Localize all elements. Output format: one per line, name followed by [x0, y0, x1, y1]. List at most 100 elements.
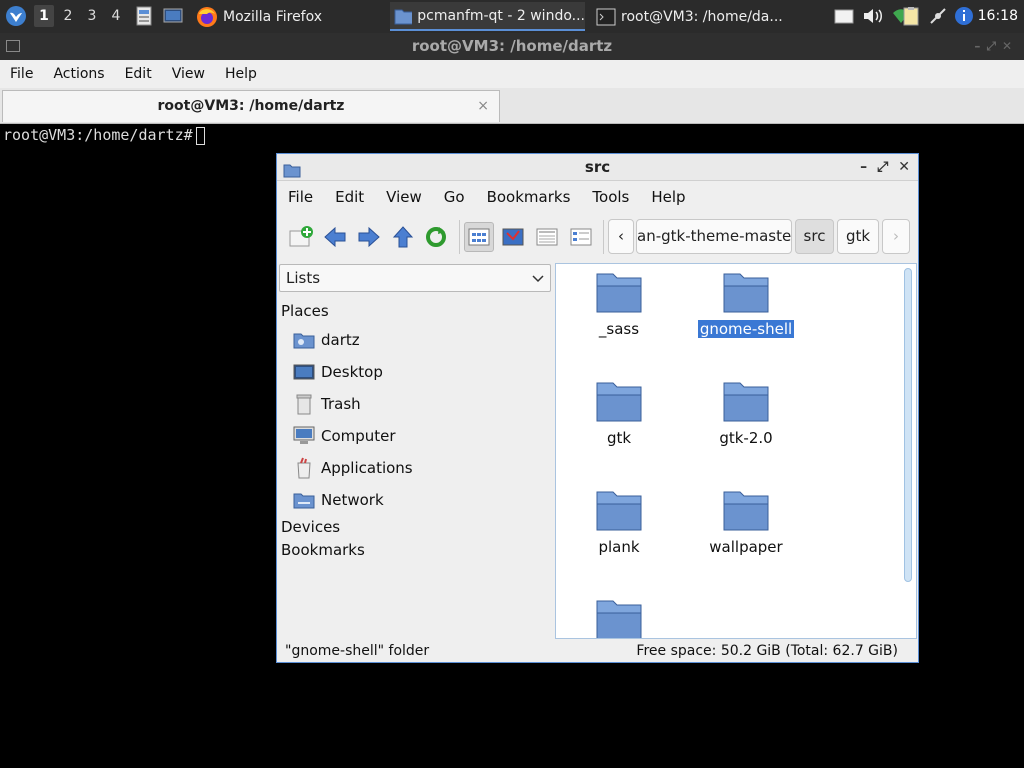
devices-heading[interactable]: Devices [281, 518, 340, 536]
task-pcmanfm[interactable]: pcmanfm-qt - 2 windo... [390, 2, 585, 31]
home-folder-icon [293, 329, 315, 351]
terminal-prompt: root@VM3:/home/dartz# [3, 125, 205, 145]
sidebar-item-applications[interactable]: Applications [293, 456, 413, 480]
fm-menu-tools[interactable]: Tools [581, 188, 640, 206]
fm-menubar: File Edit View Go Bookmarks Tools Help [277, 182, 918, 212]
folder-item[interactable]: gtk [564, 379, 674, 447]
sidebar-item-trash[interactable]: Trash [293, 392, 361, 416]
file-manager-launcher-icon[interactable] [134, 6, 154, 26]
sidebar-item-label: Network [321, 491, 384, 509]
folder-item[interactable]: wallpaper [691, 488, 801, 556]
prompt-text: root@VM3:/home/dartz# [3, 126, 193, 144]
fm-toolbar: ‹ an-gtk-theme-master src gtk › [277, 214, 918, 260]
fm-title: src [584, 158, 611, 176]
clock[interactable]: 16:18 [978, 0, 1018, 33]
breadcrumb-scroll-left[interactable]: ‹ [608, 219, 634, 254]
computer-icon [293, 425, 315, 447]
breadcrumb-item[interactable]: gtk [837, 219, 879, 254]
desktop-switch-3[interactable]: 3 [82, 5, 102, 27]
reload-icon [426, 227, 446, 247]
side-pane-mode-select[interactable]: Lists [279, 264, 551, 292]
up-button[interactable] [388, 222, 418, 252]
folder-icon [394, 9, 413, 24]
vertical-scrollbar[interactable] [904, 268, 912, 582]
terminal-menu-actions[interactable]: Actions [43, 66, 114, 82]
terminal-menu-help[interactable]: Help [215, 66, 267, 82]
task-terminal[interactable]: root@VM3: /home/da... [592, 2, 792, 31]
reload-button[interactable] [421, 222, 451, 252]
sidebar-item-dartz[interactable]: dartz [293, 328, 360, 352]
terminal-menu-view[interactable]: View [162, 66, 215, 82]
toolbar-separator [603, 220, 604, 254]
terminal-tabbar: root@VM3: /home/dartz × [0, 88, 1024, 124]
fm-menu-go[interactable]: Go [433, 188, 476, 206]
folder-icon [596, 491, 642, 531]
fm-menu-view[interactable]: View [375, 188, 433, 206]
detailed-view-button[interactable] [566, 222, 596, 252]
folder-item[interactable]: plank [564, 488, 674, 556]
close-tab-icon[interactable]: × [477, 91, 489, 121]
detailed-view-icon [570, 228, 592, 246]
firefox-icon [197, 6, 217, 27]
terminal-menu-edit[interactable]: Edit [115, 66, 162, 82]
folder-item[interactable] [564, 597, 674, 638]
network-folder-icon [293, 489, 315, 511]
connection-icon[interactable] [928, 6, 948, 26]
sidebar-item-desktop[interactable]: Desktop [293, 360, 383, 384]
sidebar-item-computer[interactable]: Computer [293, 424, 396, 448]
show-desktop-icon[interactable] [163, 6, 183, 26]
chevron-left-icon: ‹ [618, 227, 624, 245]
fm-menu-bookmarks[interactable]: Bookmarks [476, 188, 582, 206]
folder-icon [596, 600, 642, 638]
text-cursor [195, 126, 205, 145]
sidebar-item-network[interactable]: Network [293, 488, 384, 512]
folder-view[interactable]: _sass gnome-shell gtk gtk-2.0 plank wall… [555, 263, 917, 639]
desktop-switch-1[interactable]: 1 [34, 5, 54, 27]
file-manager-window: src – ⤢ ✕ File Edit View Go Bookmarks To… [276, 153, 919, 663]
close-button[interactable]: ✕ [898, 154, 910, 181]
bookmarks-heading[interactable]: Bookmarks [281, 541, 365, 559]
thumbnail-view-icon [502, 228, 524, 246]
back-button[interactable] [320, 222, 350, 252]
start-menu-icon[interactable] [4, 4, 28, 28]
breadcrumb-item-current[interactable]: src [795, 219, 834, 254]
folder-item[interactable]: gtk-2.0 [691, 379, 801, 447]
taskbar: 1 2 3 4 Mozilla Firefox pcmanfm-qt - 2 w… [0, 0, 1024, 33]
status-free-space: Free space: 50.2 GiB (Total: 62.7 GiB) [636, 643, 898, 659]
terminal-menubar: File Actions Edit View Help [0, 60, 1024, 88]
new-tab-button[interactable] [286, 222, 316, 252]
breadcrumb-scroll-right[interactable]: › [882, 219, 910, 254]
terminal-menu-file[interactable]: File [0, 66, 43, 82]
desktop-switch-2[interactable]: 2 [58, 5, 78, 27]
desktop-switch-4[interactable]: 4 [106, 5, 126, 27]
terminal-tab[interactable]: root@VM3: /home/dartz × [2, 90, 500, 122]
minimize-button[interactable]: – [860, 154, 867, 181]
task-label: Mozilla Firefox [223, 8, 323, 25]
volume-icon[interactable] [862, 6, 882, 26]
forward-button[interactable] [354, 222, 384, 252]
places-heading[interactable]: Places [281, 302, 329, 320]
fm-statusbar: "gnome-shell" folder Free space: 50.2 Gi… [277, 641, 918, 663]
folder-icon [596, 273, 642, 313]
fm-menu-file[interactable]: File [277, 188, 324, 206]
chevron-down-icon [532, 265, 544, 299]
tray-window-icon[interactable] [834, 6, 854, 26]
clipboard-icon[interactable] [901, 6, 921, 26]
folder-item-label: _sass [598, 320, 640, 338]
breadcrumb-item[interactable]: an-gtk-theme-master [636, 219, 792, 254]
folder-item[interactable]: _sass [564, 270, 674, 338]
folder-item-selected[interactable]: gnome-shell [691, 270, 801, 338]
terminal-title: root@VM3: /home/dartz [411, 37, 613, 55]
task-firefox[interactable]: Mozilla Firefox [192, 2, 382, 31]
folder-item-label: gtk-2.0 [719, 429, 773, 447]
terminal-titlebar: root@VM3: /home/dartz –⤢✕ [0, 33, 1024, 60]
thumbnail-view-button[interactable] [498, 222, 528, 252]
maximize-button[interactable]: ⤢ [877, 154, 888, 181]
folder-icon [596, 382, 642, 422]
fm-menu-edit[interactable]: Edit [324, 188, 375, 206]
terminal-window-buttons[interactable]: –⤢✕ [974, 33, 1018, 60]
compact-view-button[interactable] [532, 222, 562, 252]
info-icon[interactable] [954, 6, 974, 26]
icon-view-button[interactable] [464, 222, 494, 252]
fm-menu-help[interactable]: Help [640, 188, 696, 206]
